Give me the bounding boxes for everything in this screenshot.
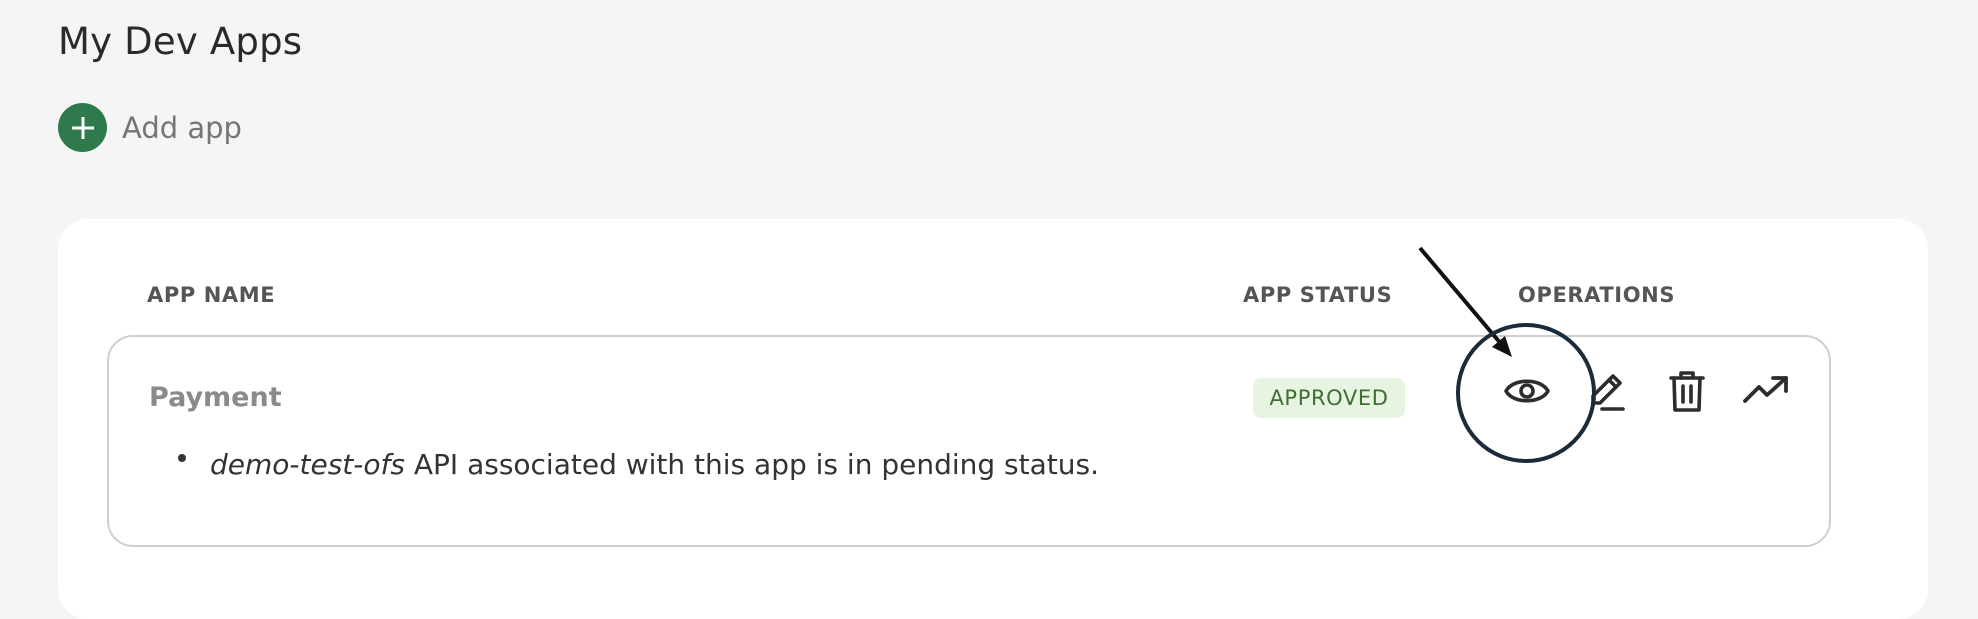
- eye-icon[interactable]: [1503, 367, 1551, 415]
- column-header-app-name: APP NAME: [147, 283, 276, 307]
- edit-icon[interactable]: [1583, 367, 1631, 415]
- column-header-operations: OPERATIONS: [1518, 283, 1676, 307]
- trash-icon[interactable]: [1663, 367, 1711, 415]
- add-app-button[interactable]: Add app: [58, 103, 242, 152]
- trending-up-icon[interactable]: [1742, 367, 1790, 415]
- column-header-app-status: APP STATUS: [1243, 283, 1393, 307]
- add-app-label[interactable]: Add app: [122, 111, 242, 145]
- edit-app-button[interactable]: [1583, 367, 1631, 415]
- pending-note-text: API associated with this app is in pendi…: [404, 448, 1099, 481]
- status-badge: APPROVED: [1253, 378, 1405, 418]
- plus-icon[interactable]: [58, 103, 107, 152]
- delete-app-button[interactable]: [1663, 367, 1711, 415]
- api-name: demo-test-ofs: [210, 448, 405, 481]
- app-name: Payment: [149, 382, 282, 413]
- table-row: [107, 335, 1831, 547]
- app-analytics-button[interactable]: [1742, 367, 1790, 415]
- pending-api-note: demo-test-ofs API associated with this a…: [210, 448, 1099, 481]
- page-title: My Dev Apps: [58, 20, 303, 63]
- view-app-button[interactable]: [1503, 367, 1551, 415]
- bullet-point: [178, 454, 186, 462]
